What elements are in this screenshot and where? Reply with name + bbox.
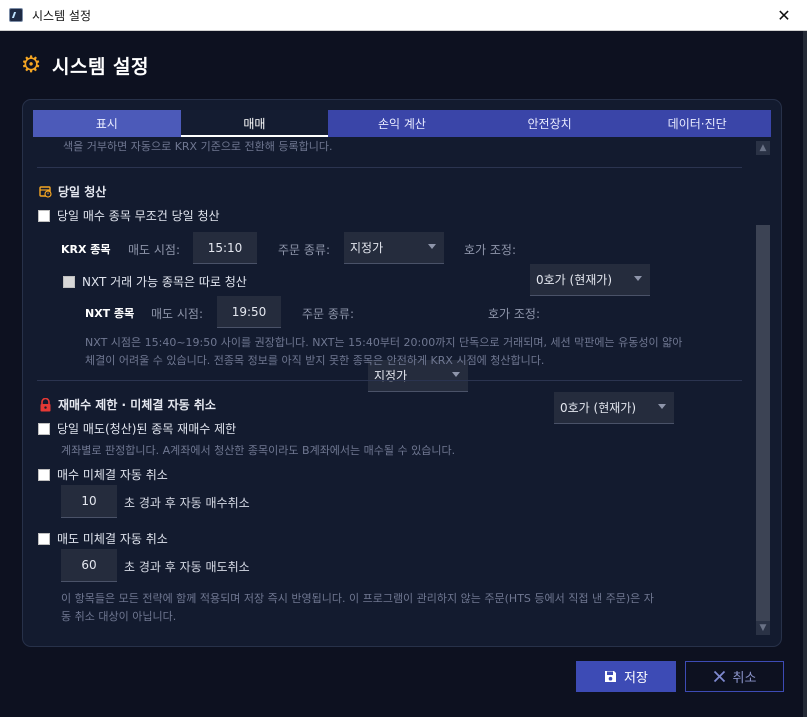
nxt-label: NXT 종목 bbox=[85, 307, 135, 320]
section-title-eod: 당일 청산 bbox=[38, 183, 106, 200]
buy-cancel-label: 매수 미체결 자동 취소 bbox=[57, 468, 168, 482]
section-title-eod-text: 당일 청산 bbox=[58, 185, 107, 199]
divider bbox=[37, 167, 742, 168]
nxt-separate-checkbox[interactable] bbox=[63, 275, 75, 288]
sell-cancel-label: 매도 미체결 자동 취소 bbox=[57, 532, 168, 546]
nxt-hint-line-1: NXT 시점은 15:40~19:50 사이를 권장합니다. NXT는 15:4… bbox=[85, 336, 683, 349]
chevron-down-icon bbox=[658, 404, 666, 409]
section-title-rebuy-text: 재매수 제한 · 미체결 자동 취소 bbox=[58, 398, 216, 412]
nxt-sell-time-input[interactable]: 19:50 bbox=[217, 296, 281, 328]
vertical-scrollbar[interactable]: ▲ ▼ bbox=[755, 137, 771, 637]
nxt-sell-time-label: 매도 시점: bbox=[151, 307, 204, 321]
tab-content: 색을 거부하면 자동으로 KRX 기준으로 전환해 등록합니다. 당일 청산 당… bbox=[23, 137, 756, 645]
chevron-down-icon bbox=[634, 276, 642, 281]
page-title: 시스템 설정 bbox=[52, 55, 150, 78]
footer-hint-line-1: 이 항목들은 모든 전략에 함께 적용되며 저장 즉시 반영됩니다. 이 프로그… bbox=[61, 592, 654, 605]
cancel-button-label: 취소 bbox=[732, 671, 757, 686]
cancel-button[interactable]: 취소 bbox=[685, 661, 784, 692]
nxt-tick-label: 호가 조정: bbox=[488, 307, 541, 321]
page-header: ⚙ 시스템 설정 bbox=[19, 50, 149, 80]
lock-icon bbox=[38, 397, 52, 412]
divider bbox=[37, 380, 742, 381]
save-button[interactable]: 저장 bbox=[576, 661, 676, 692]
rebuy-hint: 계좌별로 판정합니다. A계좌에서 청산한 종목이라도 B계좌에서는 매수될 수… bbox=[61, 444, 456, 457]
krx-tick-select[interactable]: 0호가 (현재가) bbox=[530, 264, 650, 296]
chevron-down-icon bbox=[452, 372, 460, 377]
nxt-separate-label: NXT 거래 가능 종목은 따로 청산 bbox=[82, 275, 247, 289]
right-edge-strip bbox=[803, 31, 807, 717]
app-icon bbox=[9, 8, 23, 22]
chevron-down-icon bbox=[428, 244, 436, 249]
sell-cancel-checkbox[interactable] bbox=[38, 532, 50, 545]
eod-unconditional-row: 당일 매수 종목 무조건 당일 청산 bbox=[38, 207, 220, 224]
nxt-tick-value: 0호가 (현재가) bbox=[560, 401, 637, 415]
scroll-up-icon[interactable]: ▲ bbox=[756, 141, 770, 155]
buy-cancel-checkbox[interactable] bbox=[38, 468, 50, 481]
krx-sell-time-label: 매도 시점: bbox=[128, 243, 181, 257]
scrollbar-thumb[interactable] bbox=[756, 225, 770, 623]
tab-trading[interactable]: 매매 bbox=[180, 110, 329, 137]
gear-icon: ⚙ bbox=[20, 52, 42, 78]
krx-order-type-select[interactable]: 지정가 bbox=[344, 232, 444, 264]
krx-tick-label: 호가 조정: bbox=[464, 243, 517, 257]
tab-bar: 표시 매매 손익 계산 안전장치 데이터·진단 bbox=[33, 110, 771, 137]
sell-cancel-seconds-input[interactable]: 60 bbox=[61, 549, 117, 582]
tab-data-diagnostics[interactable]: 데이터·진단 bbox=[623, 110, 771, 137]
floppy-disk-icon bbox=[604, 670, 617, 683]
nxt-separate-row: NXT 거래 가능 종목은 따로 청산 bbox=[63, 273, 247, 290]
krx-label: KRX 종목 bbox=[61, 243, 111, 256]
krx-order-type-value: 지정가 bbox=[350, 241, 384, 255]
rebuy-limit-label: 당일 매도(청산)된 종목 재매수 제한 bbox=[57, 422, 237, 436]
footer-hint-line-2: 동 취소 대상이 아닙니다. bbox=[61, 610, 177, 623]
buy-cancel-seconds-input[interactable]: 10 bbox=[61, 485, 117, 518]
krx-tick-value: 0호가 (현재가) bbox=[536, 273, 613, 287]
rebuy-limit-row: 당일 매도(청산)된 종목 재매수 제한 bbox=[38, 420, 236, 437]
krx-sell-time-input[interactable]: 15:10 bbox=[193, 232, 257, 264]
tab-display[interactable]: 표시 bbox=[33, 110, 181, 137]
close-icon[interactable]: ✕ bbox=[761, 0, 807, 31]
nxt-order-type-label: 주문 종류: bbox=[302, 307, 355, 321]
buy-cancel-row: 매수 미체결 자동 취소 bbox=[38, 466, 168, 483]
section-title-rebuy: 재매수 제한 · 미체결 자동 취소 bbox=[38, 396, 216, 413]
buy-cancel-suffix: 초 경과 후 자동 매수취소 bbox=[124, 496, 250, 510]
save-button-label: 저장 bbox=[624, 671, 648, 686]
eod-unconditional-label: 당일 매수 종목 무조건 당일 청산 bbox=[57, 209, 220, 223]
tab-pnl[interactable]: 손익 계산 bbox=[328, 110, 476, 137]
calendar-clock-icon bbox=[38, 185, 52, 199]
tab-safety[interactable]: 안전장치 bbox=[476, 110, 624, 137]
krx-order-type-label: 주문 종류: bbox=[278, 243, 331, 257]
top-hint: 색을 거부하면 자동으로 KRX 기준으로 전환해 등록합니다. bbox=[63, 140, 333, 153]
close-icon bbox=[713, 670, 726, 683]
sell-cancel-suffix: 초 경과 후 자동 매도취소 bbox=[124, 560, 250, 574]
sell-cancel-row: 매도 미체결 자동 취소 bbox=[38, 530, 168, 547]
rebuy-limit-checkbox[interactable] bbox=[38, 422, 50, 435]
eod-unconditional-checkbox[interactable] bbox=[38, 209, 50, 222]
settings-panel: 표시 매매 손익 계산 안전장치 데이터·진단 색을 거부하면 자동으로 KRX… bbox=[22, 99, 782, 647]
window-titlebar: 시스템 설정 ✕ bbox=[0, 0, 807, 31]
scroll-down-icon[interactable]: ▼ bbox=[756, 621, 770, 635]
nxt-tick-select[interactable]: 0호가 (현재가) bbox=[554, 392, 674, 424]
nxt-hint-line-2: 체결이 어려울 수 있습니다. 전종목 정보를 아직 받지 못한 종목은 안전하… bbox=[85, 354, 545, 367]
window-title: 시스템 설정 bbox=[32, 8, 92, 23]
